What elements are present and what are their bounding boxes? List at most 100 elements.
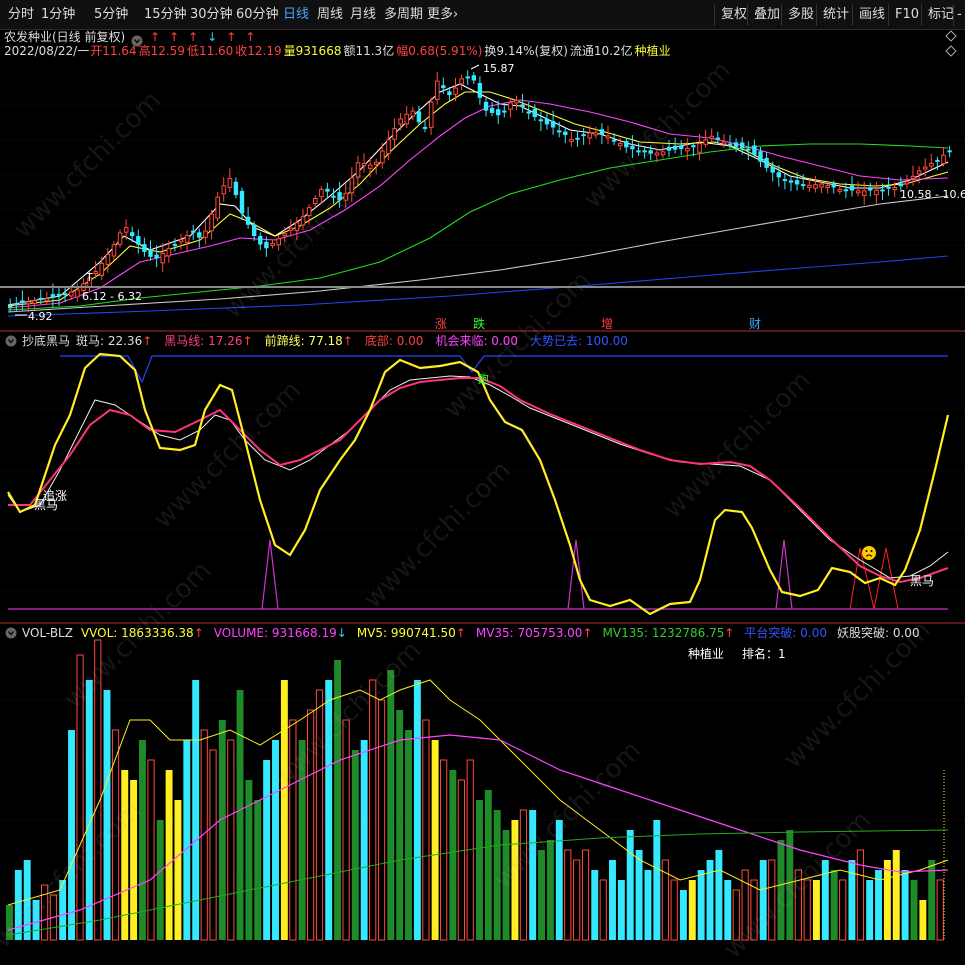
candle-body [245, 216, 251, 225]
volume-bar [174, 800, 182, 940]
candle-body [691, 145, 696, 148]
volume-bar [334, 660, 342, 940]
volume-bar [759, 860, 767, 940]
volume-bar [165, 770, 173, 940]
volume-bar [856, 849, 865, 941]
event-marker-3[interactable]: 财 [749, 317, 761, 331]
volume-bar [236, 690, 244, 940]
candle-body [587, 132, 593, 139]
ind2-legend-item-4: MV135: 1232786.75 [603, 626, 725, 640]
candle-body [392, 128, 397, 140]
candlesticks [8, 70, 952, 313]
candle-body [313, 198, 318, 204]
volume-bar [387, 670, 395, 940]
ind1-legend-arrow-1: ↑ [243, 334, 253, 348]
candle-body [569, 138, 574, 142]
diamond-icon[interactable] [945, 45, 957, 57]
candle-body [142, 244, 147, 252]
candle-body [404, 113, 410, 125]
candle-body [581, 134, 586, 137]
candle-body [941, 154, 946, 165]
chaodi-heima-panel[interactable] [7, 352, 950, 616]
quote-info-line: 2022/08/22/一 开11.64 高12.59 低11.60 收12.19 量93… [4, 43, 671, 58]
diamond-icon[interactable] [945, 30, 957, 42]
candle-body [947, 150, 952, 153]
volume-bar [14, 870, 22, 940]
candle-body [14, 303, 19, 306]
volume-bar [883, 860, 891, 940]
candle-body [44, 298, 50, 302]
volume-bar [936, 879, 944, 941]
volume-bar [209, 749, 217, 941]
event-marker-1[interactable]: 跌 [473, 316, 485, 331]
candle-body [715, 137, 720, 140]
event-marker-0[interactable]: 涨 [435, 316, 447, 331]
candle-body [935, 159, 940, 162]
candle-body [136, 236, 141, 245]
quote-info-item-1: 高12.59 [139, 43, 185, 58]
ma-legend: ↑ ↑ ↑ ↓ ↑ ↑ [150, 30, 255, 44]
volume-bar [724, 880, 732, 940]
volume-bar [396, 710, 404, 940]
volume-bar [741, 869, 749, 941]
volume-bar [635, 850, 643, 940]
event-marker-2[interactable]: 增 [601, 317, 613, 331]
volume-bar [732, 889, 740, 941]
ind1-legend-item-3: 底部: 0.00 [365, 333, 424, 348]
volume-bar [529, 810, 537, 940]
settings-icon[interactable] [5, 627, 17, 639]
candle-body [99, 262, 105, 276]
right-price-label: 10.58 - 10.6 [900, 188, 965, 201]
candle-body [288, 227, 294, 231]
volume-bar [644, 870, 652, 940]
volume-bar [573, 859, 581, 941]
candle-body [672, 145, 678, 150]
price-panel[interactable] [0, 70, 965, 317]
quote-info-item-8: 流通10.2亿 [570, 43, 633, 58]
ind1-title: 抄底黑马 [22, 333, 70, 348]
ma60-line [7, 143, 949, 311]
candle-body [776, 172, 781, 178]
kline-chart[interactable]: 农发种业(日线 前复权) ↑ ↑ ↑ ↓ ↑ ↑ 2022/08/22/一 开11.64 高… [0, 0, 965, 943]
candle-body [160, 252, 166, 264]
quote-date: 2022/08/22/一 [4, 44, 89, 58]
candle-body [508, 102, 513, 110]
volume-bar [502, 830, 510, 940]
candle-body [447, 91, 452, 96]
quote-info-item-9: 种植业 [635, 43, 671, 58]
ma-legend-item-arrow-4: ↑ [226, 30, 236, 44]
candle-body [380, 150, 385, 164]
volume-bar [679, 890, 687, 940]
vol-blz-panel[interactable] [6, 639, 949, 941]
volume-bar [307, 709, 315, 941]
volume-bar [111, 729, 120, 941]
price-annotations: 15.87 4.92 6.12 - 6.32 10.58 - 10.6 T [15, 62, 965, 323]
volume-bar [803, 879, 811, 941]
candle-body [703, 139, 709, 145]
candle-body [764, 157, 769, 168]
candle-body [435, 80, 440, 100]
candle-body [648, 150, 653, 154]
ind2-legend-arrow-2: ↑ [456, 626, 466, 640]
candle-body [258, 235, 263, 245]
ma-legend-item-arrow-2: ↑ [188, 30, 198, 44]
volume-bar [546, 840, 554, 940]
ma20-line [7, 99, 949, 309]
candle-body [239, 190, 245, 214]
settings-icon[interactable] [5, 335, 17, 347]
main-header: 农发种业(日线 前复权) ↑ ↑ ↑ ↓ ↑ ↑ 2022/08/22/一 开11.64 高… [4, 29, 957, 58]
candle-body [740, 142, 745, 149]
candle-body [880, 189, 885, 192]
qianti-line [7, 352, 950, 616]
candle-body [178, 239, 184, 243]
ind2-legend-item-3: MV35: 705753.00 [476, 626, 583, 640]
sad-face-icon [862, 546, 876, 560]
candle-body [215, 196, 220, 219]
candle-body [166, 248, 172, 257]
volume-bar [156, 820, 164, 940]
candle-body [386, 139, 391, 155]
candle-body [306, 207, 312, 216]
volume-bar [254, 800, 262, 940]
candle-body [898, 183, 903, 187]
low-price-label: 4.92 [28, 310, 53, 323]
